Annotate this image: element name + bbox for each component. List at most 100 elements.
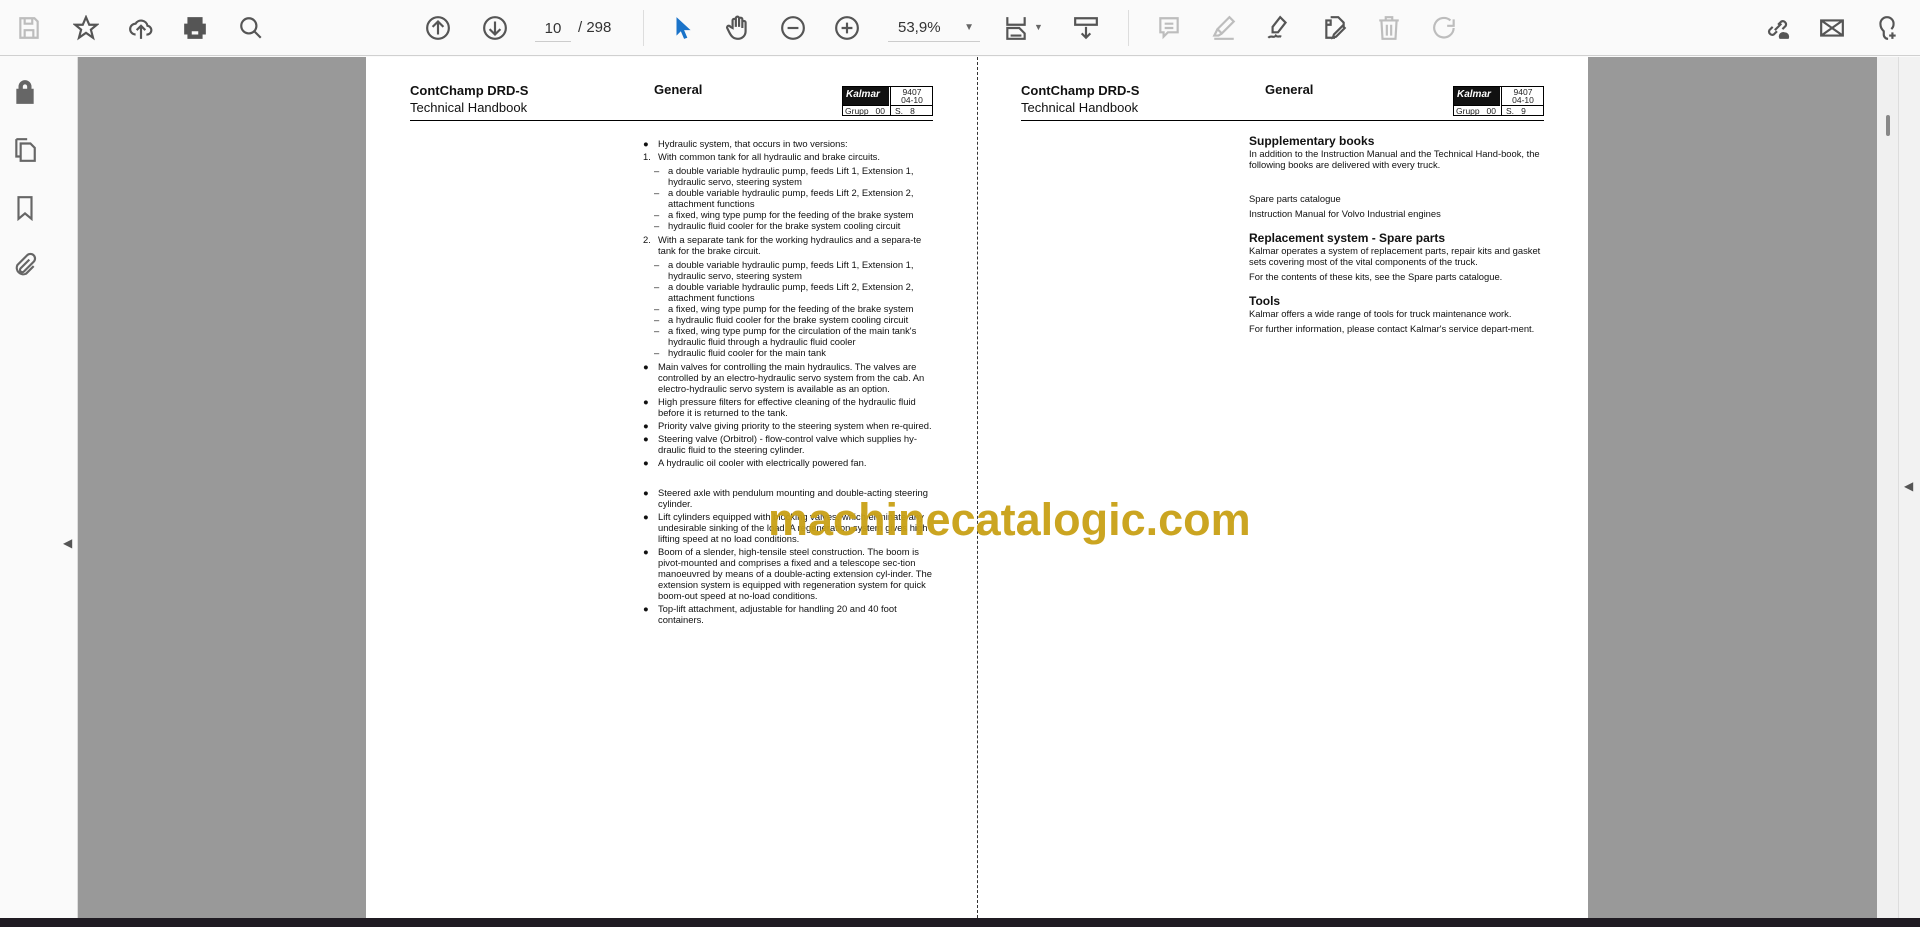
paragraph: For further information, please contact … [1249,323,1535,334]
page-body: Supplementary books In addition to the I… [1249,135,1544,338]
list-marker: ● [643,603,649,614]
doc-number-cell: 9407 04-10 [890,87,933,105]
zoom-in-icon[interactable] [831,12,863,44]
page-total: / 298 [578,19,612,36]
dash-marker: – [654,325,660,336]
select-cursor-icon[interactable] [667,12,699,44]
list-marker: ● [643,361,649,372]
list-item-text: Priority valve giving priority to the st… [658,420,932,431]
fit-page-dropdown-icon[interactable]: ▼ [1034,22,1043,32]
list-item: ● Main valves for controlling the main hy… [643,361,933,394]
paragraph: In addition to the Instruction Manual an… [1249,148,1540,170]
add-user-icon[interactable] [1871,12,1903,44]
dash-marker: – [654,220,660,231]
sub-list-item: – a double variable hydraulic pump, feeds… [643,165,933,187]
group-label: Grupp [845,106,869,116]
dash-marker: – [654,187,660,198]
dash-marker: – [654,347,660,358]
list-item: ● High pressure filters for effective cle… [643,396,933,418]
dash-marker: – [654,303,660,314]
sub-list-item: – hydraulic fluid cooler for the main tan… [643,347,933,358]
sub-list-item: – a fixed, wing type pump for the feeding… [643,303,933,314]
paragraph: Spare parts catalogue [1249,193,1341,204]
edit-pdf-icon[interactable] [1319,12,1351,44]
list-item: 2. With a separate tank for the working h… [643,234,933,256]
list-item-text: Hydraulic system, that occurs in two ver… [658,138,848,149]
share-link-icon[interactable] [1761,12,1793,44]
fit-page-icon[interactable] [1000,12,1032,44]
sub-list-item: – a fixed, wing type pump for the feeding… [643,209,933,220]
email-icon[interactable] [1816,12,1848,44]
sub-list-item: – a double variable hydraulic pump, feeds… [643,259,933,281]
paragraph: Instruction Manual for Volvo Industrial … [1249,208,1441,219]
page-down-icon[interactable] [479,12,511,44]
kalmar-id-box: Kalmar 9407 04-10 Grupp 00 S. 9 [1453,86,1544,116]
paragraph: Kalmar offers a wide range of tools for … [1249,308,1512,319]
list-item: ● A hydraulic oil cooler with electricall… [643,457,933,468]
list-marker: 1. [643,151,651,162]
attachment-icon[interactable] [12,252,40,280]
section-title: General [1265,82,1314,97]
sub-list-item-text: hydraulic fluid cooler for the main tank [668,347,826,358]
section-title: General [654,82,703,97]
scrollbar-thumb[interactable] [1886,115,1890,136]
sub-list-item-text: a fixed, wing type pump for the circulat… [668,325,917,347]
bookmark-star-icon[interactable] [70,12,102,44]
collapse-left-panel-arrow[interactable]: ◀ [63,536,72,550]
page-cell: S. 9 [1501,105,1544,116]
list-item-text: With a separate tank for the working hyd… [658,234,922,256]
list-marker: ● [643,433,649,444]
zoom-out-icon[interactable] [777,12,809,44]
comment-icon[interactable] [1153,12,1185,44]
list-item-text: Top-lift attachment, adjustable for hand… [658,603,897,625]
taskbar-strip [0,918,1920,927]
highlight-icon[interactable] [1208,12,1240,44]
sub-list-item-text: a fixed, wing type pump for the feeding … [668,303,914,314]
zoom-level-dropdown[interactable]: 53,9% ▼ [888,16,980,42]
sub-list: – a double variable hydraulic pump, feeds… [643,259,933,358]
doc-date: 04-10 [901,95,923,105]
print-icon[interactable] [179,12,211,44]
upload-cloud-icon[interactable] [125,12,157,44]
sub-list-item: – a fixed, wing type pump for the circula… [643,325,933,347]
sub-list-item: – a hydraulic fluid cooler for the brake … [643,314,933,325]
page-label: S. [895,106,904,116]
doc-subtitle: Technical Handbook [1021,100,1139,115]
toolbar-separator [1128,10,1129,46]
dash-marker: – [654,281,660,292]
sub-list-item-text: a double variable hydraulic pump, feeds … [668,281,914,303]
list-marker: 2. [643,234,651,245]
page-number-input[interactable] [535,16,571,42]
doc-title: ContChamp DRD-S [410,83,529,98]
toolbar: / 298 53,9% ▼ ▼ [0,0,1920,56]
group-cell: Grupp 00 [843,105,889,116]
expand-right-panel-arrow[interactable]: ◀ [1904,479,1913,493]
document-viewer: ContChamp DRD-S Technical Handbook Gener… [78,57,1877,918]
right-panel-rail: ◀ [1898,57,1920,918]
bookmark-icon[interactable] [12,195,40,223]
page-number: 8 [910,106,915,116]
list-marker: ● [643,511,649,522]
sub-list-item: – hydraulic fluid cooler for the brake sy… [643,220,933,231]
paragraph: Kalmar operates a system of replacement … [1249,245,1541,267]
list-item: ● Steering valve (Orbitrol) - flow-contro… [643,433,933,455]
sign-icon[interactable] [1262,12,1294,44]
header-rule [1021,120,1544,121]
list-item: ● Boom of a slender, high-tensile steel c… [643,546,933,601]
scroll-mode-icon[interactable] [1070,12,1102,44]
save-icon[interactable] [13,12,45,44]
toolbar-separator [643,10,644,46]
page-up-icon[interactable] [422,12,454,44]
hand-icon[interactable] [722,12,754,44]
vertical-scrollbar[interactable] [1877,57,1898,918]
lock-icon[interactable] [12,79,40,107]
list-marker: ● [643,487,649,498]
search-icon[interactable] [235,12,267,44]
delete-icon[interactable] [1373,12,1405,44]
page-divider [977,57,978,918]
rotate-icon[interactable] [1429,12,1461,44]
kalmar-logo: Kalmar [1454,87,1500,105]
pages-icon[interactable] [12,137,40,165]
list-item-text: Boom of a slender, high-tensile steel co… [658,546,932,601]
left-navigation-rail: ◀ [0,57,78,918]
